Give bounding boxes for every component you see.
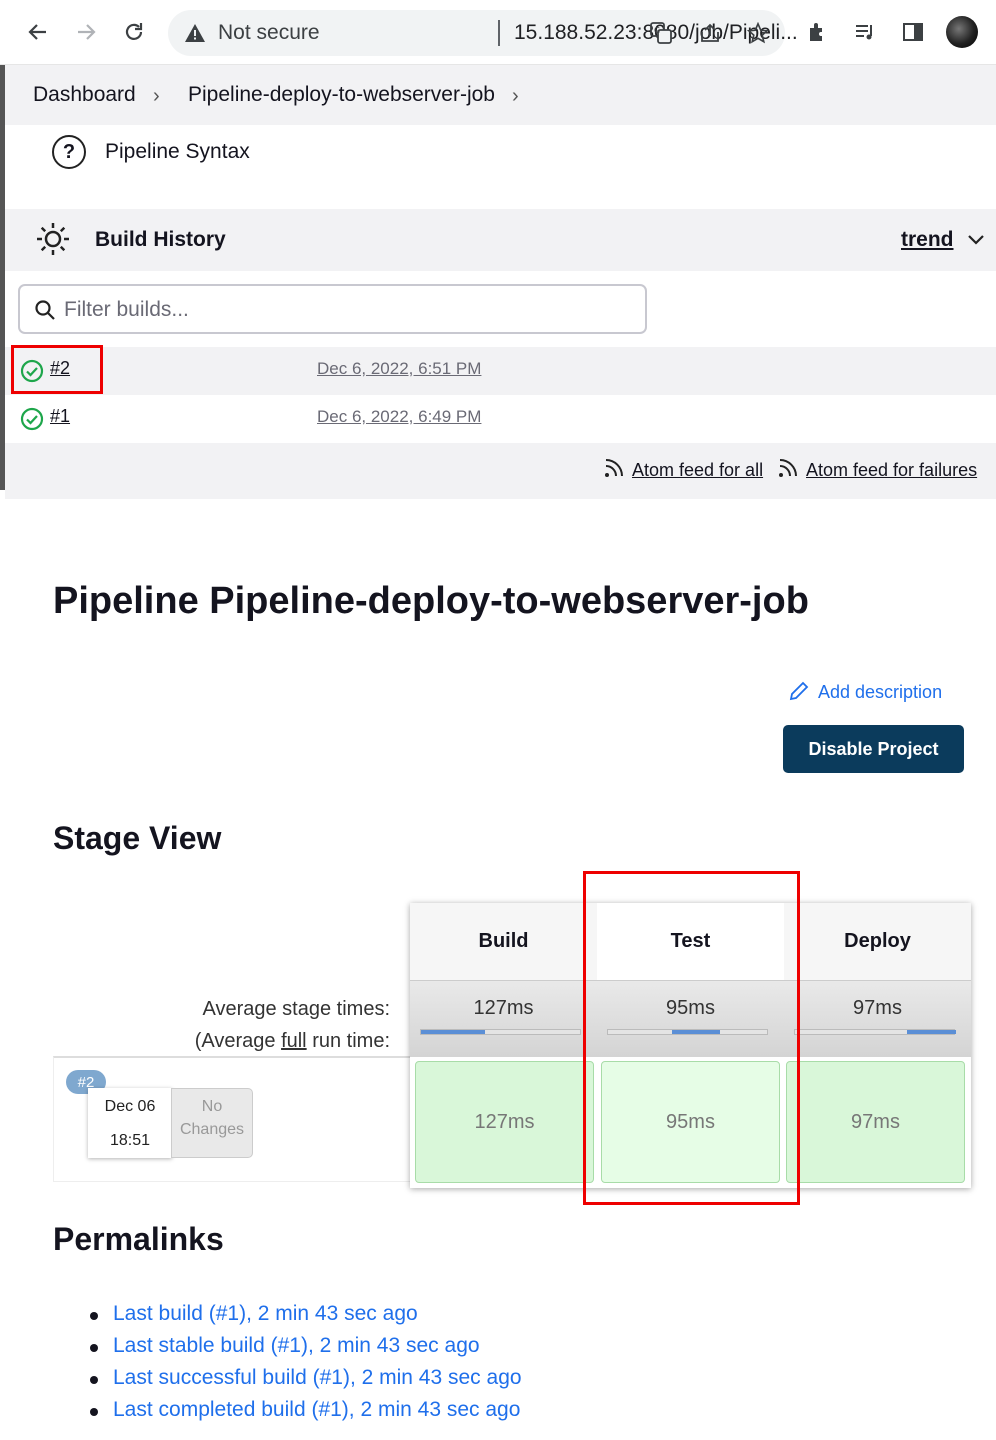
build-row: #1 Dec 6, 2022, 6:49 PM — [5, 395, 996, 443]
add-description-link[interactable]: Add description — [818, 682, 942, 703]
back-button[interactable] — [20, 14, 56, 50]
permalinks-title: Permalinks — [53, 1221, 224, 1257]
filter-placeholder: Filter builds... — [64, 298, 189, 321]
stage-header-deploy: Deploy — [784, 903, 971, 980]
filter-builds-input[interactable]: Filter builds... — [18, 284, 647, 334]
profile-avatar[interactable] — [946, 16, 978, 48]
build-history-title: Build History — [95, 228, 226, 251]
highlight-build-2 — [11, 345, 103, 394]
search-icon — [35, 300, 55, 320]
chevron-down-icon[interactable] — [967, 233, 985, 247]
feed-links: Atom feed for all Atom feed for failures — [5, 443, 996, 499]
rss-icon — [605, 459, 623, 477]
avg-label-line1: Average stage times: — [202, 998, 390, 1020]
extensions-icon[interactable] — [803, 17, 833, 47]
address-bar[interactable]: Not secure 15.188.52.23:8080/job/Pipeli.… — [168, 10, 798, 56]
build-date-link[interactable]: Dec 6, 2022, 6:49 PM — [317, 407, 481, 427]
stage-progress-track — [794, 1029, 956, 1035]
chevron-right-icon[interactable]: › — [512, 85, 519, 108]
avg-full-prefix: (Average — [194, 1030, 282, 1052]
browser-toolbar: Not secure 15.188.52.23:8080/job/Pipeli.… — [0, 0, 996, 65]
build-history-header: Build History trend — [5, 209, 996, 271]
build-row: #2 Dec 6, 2022, 6:51 PM — [5, 347, 996, 395]
permalinks-list: Last build (#1), 2 min 43 sec ago Last s… — [88, 1302, 522, 1430]
stage-avg-deploy: 97ms — [784, 980, 971, 1057]
sidebar-item-label: Pipeline Syntax — [105, 140, 250, 163]
trend-link[interactable]: trend — [901, 228, 954, 252]
run-date-card[interactable]: Dec 06 18:51 — [88, 1088, 172, 1158]
stage-avg-time: 127ms — [473, 997, 534, 1019]
arrow-right-icon — [78, 24, 96, 40]
media-icon[interactable] — [850, 17, 880, 47]
breadcrumb-job[interactable]: Pipeline-deploy-to-webserver-job — [188, 83, 495, 107]
stage-avg-time: 97ms — [853, 997, 902, 1019]
arrow-left-icon — [28, 24, 46, 40]
stage-cell-build[interactable]: 127ms — [415, 1061, 594, 1183]
highlight-test-stage — [583, 871, 800, 1205]
build-history-panel: Build History trend Filter builds... #2 … — [5, 209, 996, 499]
atom-feed-all-link[interactable]: Atom feed for all — [632, 460, 763, 481]
stage-progress-fill — [907, 1030, 956, 1034]
filter-area: Filter builds... — [5, 271, 996, 347]
forward-button[interactable] — [68, 14, 104, 50]
atom-feed-failures-link[interactable]: Atom feed for failures — [806, 460, 977, 481]
build-date-link[interactable]: Dec 6, 2022, 6:51 PM — [317, 359, 481, 379]
permalink-last-completed[interactable]: Last completed build (#1), 2 min 43 sec … — [88, 1398, 522, 1430]
stage-avg-build: 127ms — [410, 980, 597, 1057]
full-run-link[interactable]: full — [281, 1030, 307, 1052]
gear-sun-icon — [37, 223, 69, 255]
divider — [498, 20, 500, 46]
stage-header-build: Build — [410, 903, 597, 980]
stage-cell-deploy[interactable]: 97ms — [786, 1061, 965, 1183]
rss-icon — [779, 459, 797, 477]
reload-button[interactable] — [116, 14, 152, 50]
stage-progress-track — [420, 1029, 581, 1035]
security-label: Not secure — [218, 21, 320, 44]
disable-project-button[interactable]: Disable Project — [783, 725, 964, 773]
reload-icon — [125, 23, 143, 40]
run-changes[interactable]: No Changes — [171, 1088, 253, 1158]
star-icon[interactable] — [745, 20, 771, 46]
run-date: Dec 06 — [104, 1098, 156, 1115]
side-panel-icon[interactable] — [898, 17, 928, 47]
breadcrumb-dashboard[interactable]: Dashboard — [33, 83, 136, 107]
chevron-right-icon: › — [153, 85, 160, 107]
permalink-last-successful[interactable]: Last successful build (#1), 2 min 43 sec… — [88, 1366, 522, 1398]
permalink-last-build[interactable]: Last build (#1), 2 min 43 sec ago — [88, 1302, 522, 1334]
build-number-link[interactable]: #1 — [50, 406, 70, 427]
stage-progress-fill — [421, 1030, 485, 1034]
success-icon — [20, 407, 44, 431]
breadcrumb: Dashboard › Pipeline-deploy-to-webserver… — [5, 65, 996, 125]
share-icon[interactable] — [697, 20, 723, 46]
translate-icon[interactable]: G — [648, 20, 674, 46]
warning-icon — [185, 24, 205, 42]
help-icon: ? — [52, 135, 86, 169]
permalink-last-stable[interactable]: Last stable build (#1), 2 min 43 sec ago — [88, 1334, 522, 1366]
svg-text:G: G — [654, 26, 660, 35]
stage-view-title: Stage View — [53, 820, 222, 856]
run-time: 18:51 — [109, 1132, 151, 1149]
page-title: Pipeline Pipeline-deploy-to-webserver-jo… — [53, 580, 809, 622]
pencil-icon[interactable] — [788, 680, 810, 702]
sidebar-item-pipeline-syntax[interactable]: ? Pipeline Syntax — [52, 134, 250, 170]
